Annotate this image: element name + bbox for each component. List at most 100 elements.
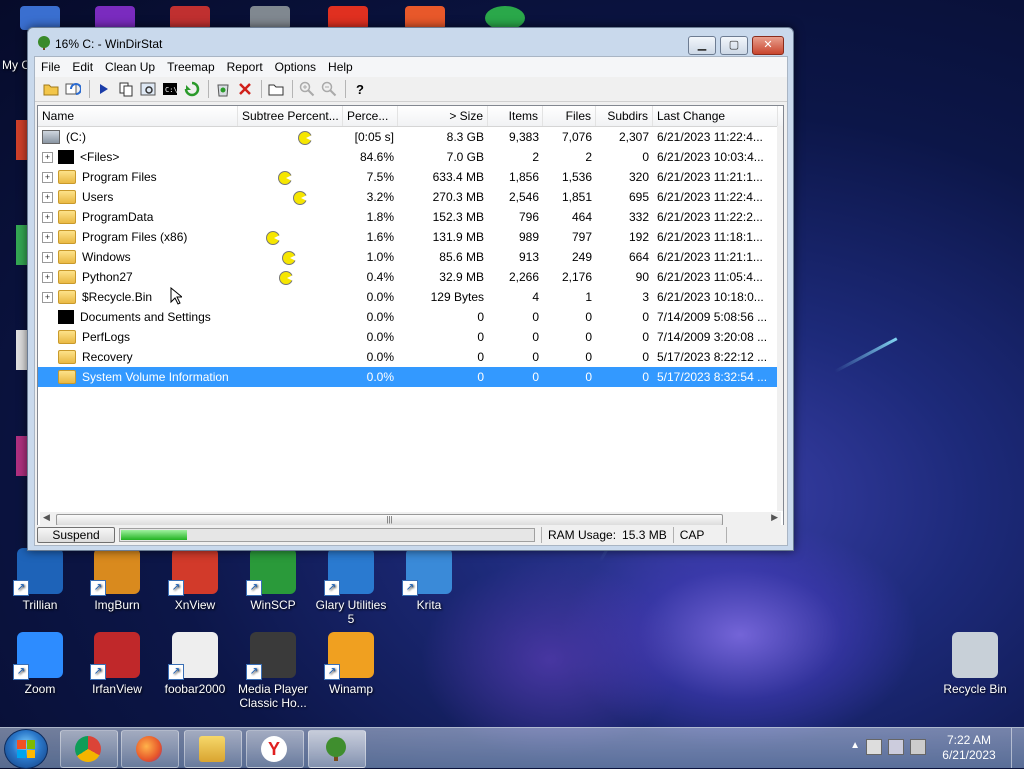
menu-help[interactable]: Help	[322, 60, 359, 74]
help-icon[interactable]: ?	[350, 79, 370, 99]
taskbar-chrome[interactable]	[60, 730, 118, 768]
expand-node-icon[interactable]: +	[42, 251, 53, 263]
windirstat-window[interactable]: 16% C: - WinDirStat ▁ ▢ ✕ File Edit Clea…	[27, 27, 794, 551]
toolbar: C:\ ?	[35, 77, 787, 102]
taskbar-yandex[interactable]: Y	[246, 730, 304, 768]
expand-node-icon[interactable]: +	[42, 211, 53, 223]
table-row[interactable]: Documents and Settings 0.0% 0 0 0 0 7/14/2009 …	[38, 307, 783, 327]
desktop-icon-foobar2000[interactable]: ↗ foobar2000	[155, 632, 235, 696]
column-percentage[interactable]: Perce...	[343, 106, 398, 126]
column-subtree-percent[interactable]: Subtree Percent...	[238, 106, 343, 126]
table-row[interactable]: PerfLogs 0.0% 0 0 0 0 7/14/2009 3:20:08 ...	[38, 327, 783, 347]
table-row[interactable]: + Program Files 7.5% 633.4 MB 1,856 1,536 320 6…	[38, 167, 783, 187]
expand-node-icon[interactable]: +	[42, 191, 53, 203]
desktop-icon-media-player-classic-ho[interactable]: ↗ Media Player Classic Ho...	[233, 632, 313, 710]
shortcut-arrow-icon: ↗	[168, 580, 184, 596]
zoom-out-icon[interactable]	[319, 79, 339, 99]
desktop-icon-label: WinSCP	[250, 598, 296, 612]
column-subdirs[interactable]: Subdirs	[596, 106, 653, 126]
desktop-icon-recycle-bin[interactable]: Recycle Bin	[935, 632, 1015, 696]
volume-muted-icon[interactable]	[910, 739, 926, 755]
column-header: Name Subtree Percent... Perce... > Size …	[38, 106, 783, 127]
table-row[interactable]: + Python27 0.4% 32.9 MB 2,266 2,176 90 6/21/202…	[38, 267, 783, 287]
cell-subtree-percent	[238, 307, 343, 327]
show-hidden-icons-icon[interactable]: ▲	[850, 740, 860, 751]
refresh-selected-icon[interactable]	[182, 79, 202, 99]
recycle-icon[interactable]	[213, 79, 233, 99]
column-name[interactable]: Name	[38, 106, 238, 126]
vertical-scrollbar[interactable]	[777, 126, 783, 511]
app-icon: ↗	[246, 632, 296, 680]
menu-treemap[interactable]: Treemap	[161, 60, 221, 74]
desktop-icon-winamp[interactable]: ↗ Winamp	[311, 632, 391, 696]
zoom-in-icon[interactable]	[297, 79, 317, 99]
desktop-icon-imgburn[interactable]: ↗ ImgBurn	[77, 548, 157, 612]
suspend-button[interactable]: Suspend	[37, 527, 115, 543]
menu-report[interactable]: Report	[221, 60, 269, 74]
expand-node-icon[interactable]: +	[42, 291, 53, 303]
column-files[interactable]: Files	[543, 106, 596, 126]
desktop-icon-zoom[interactable]: ↗ Zoom	[0, 632, 80, 696]
table-row[interactable]: (C:) [0:05 s] 8.3 GB 9,383 7,076 2,307 6/21/20…	[38, 127, 783, 147]
column-size[interactable]: > Size	[398, 106, 488, 126]
show-desktop-button[interactable]	[1011, 728, 1024, 768]
desktop-icon-krita[interactable]: ↗ Krita	[389, 548, 469, 612]
expand-node-icon[interactable]: +	[42, 171, 53, 183]
copy-icon[interactable]	[116, 79, 136, 99]
row-name-label: Program Files	[82, 170, 157, 184]
delete-icon[interactable]	[235, 79, 255, 99]
desktop-icon-irfanview[interactable]: ↗ IrfanView	[77, 632, 157, 696]
desktop-icon-trillian[interactable]: ↗ Trillian	[0, 548, 80, 612]
play-icon[interactable]	[94, 79, 114, 99]
cell-items: 9,383	[508, 130, 539, 144]
menu-edit[interactable]: Edit	[66, 60, 99, 74]
table-row[interactable]: + <Files> 84.6% 7.0 GB 2 2 0 6/21/2023 10:03:4.…	[38, 147, 783, 167]
desktop-icon-glary-utilities-5[interactable]: ↗ Glary Utilities 5	[311, 548, 391, 626]
network-icon[interactable]	[888, 739, 904, 755]
taskbar-explorer[interactable]	[184, 730, 242, 768]
action-center-icon[interactable]	[866, 739, 882, 755]
shortcut-arrow-icon: ↗	[402, 580, 418, 596]
table-row[interactable]: + Windows 1.0% 85.6 MB 913 249 664 6/21/2023 11…	[38, 247, 783, 267]
close-button[interactable]: ✕	[752, 36, 784, 55]
menu-options[interactable]: Options	[269, 60, 322, 74]
refresh-icon[interactable]	[63, 79, 83, 99]
desktop-icon-label: IrfanView	[92, 682, 142, 696]
table-row[interactable]: + $Recycle.Bin 0.0% 129 Bytes 4 1 3 6/21/2023 1…	[38, 287, 783, 307]
title-bar[interactable]: 16% C: - WinDirStat ▁ ▢ ✕	[28, 28, 793, 56]
taskbar-firefox[interactable]	[121, 730, 179, 768]
table-row[interactable]: + Program Files (x86) 1.6% 131.9 MB 989 797 19…	[38, 227, 783, 247]
directory-list[interactable]: Name Subtree Percent... Perce... > Size …	[37, 105, 784, 529]
table-row[interactable]: Recovery 0.0% 0 0 0 0 5/17/2023 8:22:12 ...	[38, 347, 783, 367]
open-folder-icon[interactable]	[41, 79, 61, 99]
minimize-button[interactable]: ▁	[688, 36, 716, 55]
cell-name: + <Files>	[38, 150, 238, 164]
start-button[interactable]	[4, 729, 48, 769]
table-row[interactable]: + ProgramData 1.8% 152.3 MB 796 464 332 6/21/20…	[38, 207, 783, 227]
cell-subdirs: 695	[628, 190, 649, 204]
taskbar-windirstat[interactable]	[308, 730, 366, 768]
desktop-icon-xnview[interactable]: ↗ XnView	[155, 548, 235, 612]
scroll-left-arrow-icon[interactable]: ◀	[43, 512, 50, 523]
new-folder-icon[interactable]	[266, 79, 286, 99]
table-row[interactable]: System Volume Information 0.0% 0 0 0 0 5/17/20…	[38, 367, 783, 387]
scroll-right-arrow-icon[interactable]: ▶	[771, 512, 778, 523]
horizontal-scrollbar[interactable]: ◀ ||| ▶	[40, 512, 781, 526]
desktop-icon-winscp[interactable]: ↗ WinSCP	[233, 548, 313, 612]
explorer-icon[interactable]	[138, 79, 158, 99]
cell-subdirs: 0	[642, 330, 649, 344]
column-items[interactable]: Items	[488, 106, 543, 126]
maximize-button[interactable]: ▢	[720, 36, 748, 55]
table-row[interactable]: + Users 3.2% 270.3 MB 2,546 1,851 695 6/21/2023…	[38, 187, 783, 207]
column-last-change[interactable]: Last Change	[653, 106, 778, 126]
cell-last-change: 7/14/2009 5:08:56 ...	[657, 310, 768, 324]
expand-node-icon[interactable]: +	[42, 151, 53, 163]
desktop-icon-label-partial[interactable]: My C	[2, 58, 30, 72]
cell-percentage: 0.0%	[366, 350, 394, 364]
menu-file[interactable]: File	[35, 60, 66, 74]
command-prompt-icon[interactable]: C:\	[160, 79, 180, 99]
menu-clean-up[interactable]: Clean Up	[99, 60, 161, 74]
expand-node-icon[interactable]: +	[42, 231, 53, 243]
clock[interactable]: 7:22 AM 6/21/2023	[934, 733, 1004, 763]
expand-node-icon[interactable]: +	[42, 271, 53, 283]
